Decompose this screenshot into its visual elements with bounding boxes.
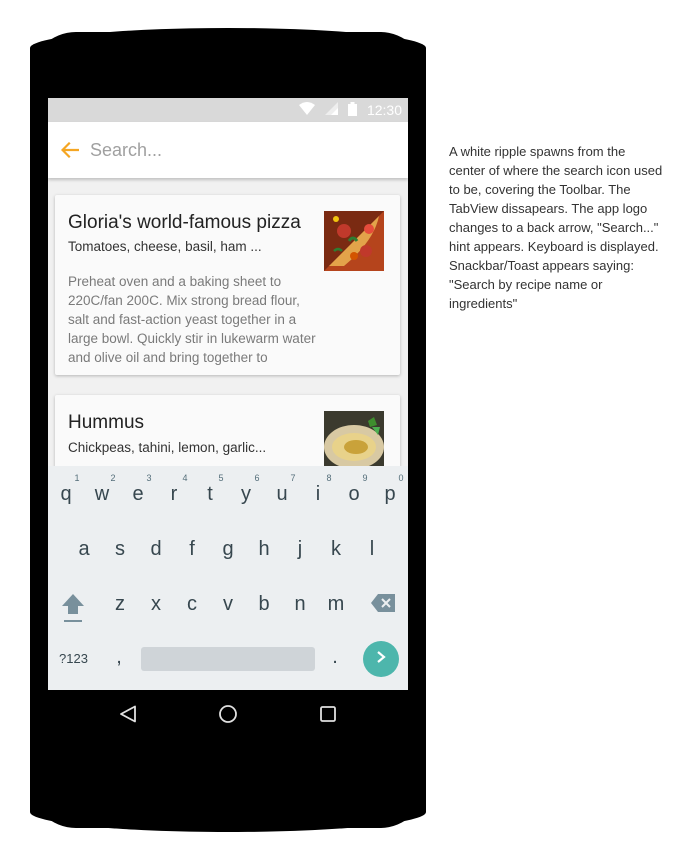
key-number-hint: 4 (182, 473, 188, 483)
recipe-ingredients: Tomatoes, cheese, basil, ham ... (68, 239, 262, 254)
recipe-description: Preheat oven and a baking sheet to 220C/… (68, 274, 316, 365)
key-q[interactable]: q (51, 483, 81, 506)
key-v[interactable]: v (213, 593, 243, 616)
hummus-image (324, 411, 384, 471)
key-j[interactable]: j (285, 538, 315, 561)
key-l[interactable]: l (357, 538, 387, 561)
spacebar[interactable] (141, 647, 315, 671)
status-bar: 12:30 (48, 98, 408, 122)
status-time: 12:30 (366, 102, 402, 118)
key-number-hint: 0 (398, 473, 404, 483)
key-t[interactable]: t (195, 483, 225, 506)
key-w[interactable]: w (87, 483, 117, 506)
key-number-hint: 7 (290, 473, 296, 483)
key-number-hint: 3 (146, 473, 152, 483)
key-e[interactable]: e (123, 483, 153, 506)
key-number-hint: 8 (326, 473, 332, 483)
key-f[interactable]: f (177, 538, 207, 561)
chevron-right-icon (375, 650, 387, 669)
search-toolbar (48, 122, 408, 178)
phone-screen: 12:30 Gloria's world-famous pizza Tomato… (48, 98, 408, 690)
key-number-hint: 1 (74, 473, 80, 483)
key-a[interactable]: a (69, 538, 99, 561)
wifi-icon (298, 102, 315, 118)
recipe-title: Gloria's world-famous pizza (68, 212, 301, 233)
back-arrow-icon[interactable] (50, 122, 90, 178)
key-g[interactable]: g (213, 538, 243, 561)
key-y[interactable]: y (231, 483, 261, 506)
symbols-key[interactable]: ?123 (59, 651, 88, 666)
key-d[interactable]: d (141, 538, 171, 561)
soft-keyboard: 1 2 3 4 5 6 7 8 9 0 q w e r t y u i o p … (48, 466, 408, 690)
key-c[interactable]: c (177, 593, 207, 616)
backspace-icon[interactable] (368, 593, 398, 619)
key-i[interactable]: i (303, 483, 333, 506)
battery-icon (347, 101, 357, 119)
key-u[interactable]: u (267, 483, 297, 506)
key-k[interactable]: k (321, 538, 351, 561)
enter-key[interactable] (363, 641, 399, 677)
key-m[interactable]: m (321, 593, 351, 616)
key-b[interactable]: b (249, 593, 279, 616)
key-number-hint: 2 (110, 473, 116, 483)
square-recents-icon[interactable] (317, 703, 339, 725)
pizza-image (324, 211, 384, 271)
comma-key[interactable]: , (104, 646, 134, 669)
circle-home-icon[interactable] (217, 703, 239, 725)
system-nav-bar (48, 690, 408, 738)
triangle-back-icon[interactable] (117, 703, 139, 725)
key-number-hint: 9 (362, 473, 368, 483)
design-annotation: A white ripple spawns from the center of… (449, 144, 663, 311)
recipe-ingredients: Chickpeas, tahini, lemon, garlic... (68, 440, 267, 455)
key-n[interactable]: n (285, 593, 315, 616)
key-x[interactable]: x (141, 593, 171, 616)
recipe-title: Hummus (68, 412, 145, 433)
signal-icon (324, 102, 338, 118)
search-input[interactable] (90, 130, 380, 170)
recipe-card[interactable]: Gloria's world-famous pizza Tomatoes, ch… (55, 195, 400, 375)
key-h[interactable]: h (249, 538, 279, 561)
key-o[interactable]: o (339, 483, 369, 506)
key-r[interactable]: r (159, 483, 189, 506)
key-z[interactable]: z (105, 593, 135, 616)
key-number-hint: 6 (254, 473, 260, 483)
key-p[interactable]: p (375, 483, 405, 506)
period-key[interactable]: . (320, 646, 350, 669)
key-number-hint: 5 (218, 473, 224, 483)
shift-icon[interactable] (58, 592, 88, 630)
key-s[interactable]: s (105, 538, 135, 561)
